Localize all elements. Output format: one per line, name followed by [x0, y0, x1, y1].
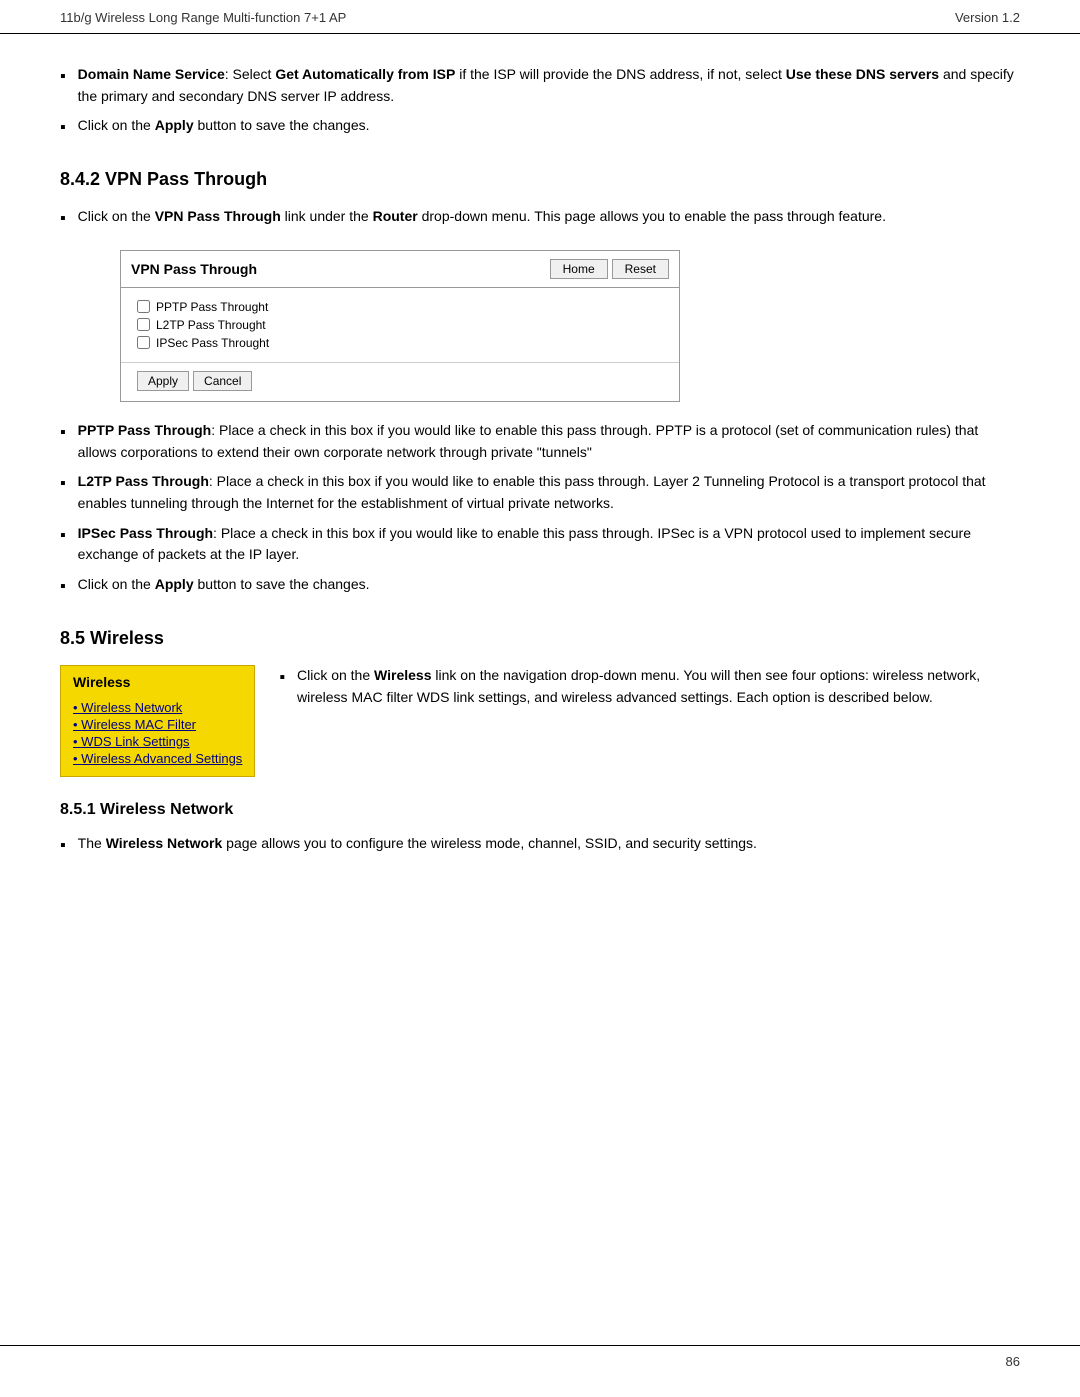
dns-bullet-1: Domain Name Service: Select Get Automati…: [78, 64, 1020, 107]
main-content: Domain Name Service: Select Get Automati…: [0, 64, 1080, 937]
l2tp-checkbox[interactable]: [137, 318, 150, 331]
ipsec-label: IPSec Pass Throught: [156, 336, 269, 350]
page-wrapper: 11b/g Wireless Long Range Multi-function…: [0, 0, 1080, 1397]
ipsec-bold: IPSec Pass Through: [78, 525, 213, 541]
dns-bold-1: Domain Name Service: [78, 66, 225, 82]
wireless-network-bold: Wireless Network: [106, 835, 223, 851]
vpn-box-footer: Apply Cancel: [121, 362, 679, 401]
section-851-heading: 8.5.1 Wireless Network: [60, 801, 1020, 819]
vpn-passthrough-box: VPN Pass Through Home Reset PPTP Pass Th…: [120, 250, 680, 402]
vpn-home-button[interactable]: Home: [550, 259, 608, 279]
wireless-menu-box: Wireless Wireless Network Wireless MAC F…: [60, 665, 255, 777]
vpn-intro-bullets: Click on the VPN Pass Through link under…: [60, 206, 1020, 232]
vpn-reset-button[interactable]: Reset: [612, 259, 669, 279]
wireless-desc-text: Click on the Wireless link on the naviga…: [297, 665, 1020, 708]
pptp-bold: PPTP Pass Through: [78, 422, 212, 438]
pptp-checkbox[interactable]: [137, 300, 150, 313]
dns-bullet-2: Click on the Apply button to save the ch…: [78, 115, 1020, 137]
wireless-network-desc: The Wireless Network page allows you to …: [78, 833, 1020, 855]
wireless-desc-bullets: Click on the Wireless link on the naviga…: [279, 665, 1020, 716]
dns-bold-2: Get Automatically from ISP: [275, 66, 455, 82]
page-footer: 86: [0, 1345, 1080, 1377]
l2tp-checkbox-row: L2TP Pass Throught: [137, 318, 663, 332]
ipsec-checkbox[interactable]: [137, 336, 150, 349]
vpn-apply-button[interactable]: Apply: [137, 371, 189, 391]
ipsec-checkbox-row: IPSec Pass Throught: [137, 336, 663, 350]
l2tp-bold: L2TP Pass Through: [78, 473, 209, 489]
page-header: 11b/g Wireless Long Range Multi-function…: [0, 0, 1080, 34]
dns-bullets: Domain Name Service: Select Get Automati…: [60, 64, 1020, 141]
wds-link-settings-link[interactable]: WDS Link Settings: [73, 734, 242, 749]
dns-bold-3: Use these DNS servers: [786, 66, 939, 82]
wireless-advanced-settings-link[interactable]: Wireless Advanced Settings: [73, 751, 242, 766]
list-item: Click on the VPN Pass Through link under…: [60, 206, 1020, 232]
wireless-menu-items: Wireless Network Wireless MAC Filter WDS…: [61, 696, 254, 766]
list-item: L2TP Pass Through: Place a check in this…: [60, 471, 1020, 514]
list-item: PPTP Pass Through: Place a check in this…: [60, 420, 1020, 463]
list-item: Domain Name Service: Select Get Automati…: [60, 64, 1020, 107]
vpn-box-header: VPN Pass Through Home Reset: [121, 251, 679, 288]
vpn-apply-bold2: Apply: [155, 576, 194, 592]
list-item: Click on the Apply button to save the ch…: [60, 574, 1020, 600]
l2tp-desc: L2TP Pass Through: Place a check in this…: [78, 471, 1020, 514]
vpn-bullets: PPTP Pass Through: Place a check in this…: [60, 420, 1020, 600]
vpn-bold-link: VPN Pass Through: [155, 208, 281, 224]
pptp-label: PPTP Pass Throught: [156, 300, 268, 314]
vpn-cancel-button[interactable]: Cancel: [193, 371, 252, 391]
wireless-menu-title: Wireless: [61, 666, 254, 696]
section-842-heading: 8.4.2 VPN Pass Through: [60, 169, 1020, 190]
pptp-desc: PPTP Pass Through: Place a check in this…: [78, 420, 1020, 463]
l2tp-label: L2TP Pass Throught: [156, 318, 266, 332]
list-item: Click on the Wireless link on the naviga…: [279, 665, 1020, 708]
vpn-apply-note: Click on the Apply button to save the ch…: [78, 574, 1020, 596]
section-85-heading: 8.5 Wireless: [60, 628, 1020, 649]
ipsec-desc: IPSec Pass Through: Place a check in thi…: [78, 523, 1020, 566]
wireless-network-link[interactable]: Wireless Network: [73, 700, 242, 715]
header-version: Version 1.2: [955, 10, 1020, 25]
pptp-checkbox-row: PPTP Pass Throught: [137, 300, 663, 314]
wireless-mac-filter-link[interactable]: Wireless MAC Filter: [73, 717, 242, 732]
list-item: Click on the Apply button to save the ch…: [60, 115, 1020, 141]
vpn-bold-router: Router: [373, 208, 418, 224]
dns-apply-bold: Apply: [155, 117, 194, 133]
list-item: The Wireless Network page allows you to …: [60, 833, 1020, 859]
vpn-box-buttons: Home Reset: [550, 259, 669, 279]
vpn-box-body: PPTP Pass Throught L2TP Pass Throught IP…: [121, 288, 679, 362]
page-number: 86: [1006, 1354, 1020, 1369]
header-title: 11b/g Wireless Long Range Multi-function…: [60, 10, 346, 25]
list-item: IPSec Pass Through: Place a check in thi…: [60, 523, 1020, 566]
vpn-intro-text: Click on the VPN Pass Through link under…: [78, 206, 1020, 228]
wireless-bold: Wireless: [374, 667, 431, 683]
vpn-box-title: VPN Pass Through: [131, 261, 257, 277]
wireless-section: Wireless Wireless Network Wireless MAC F…: [60, 665, 1020, 777]
wireless-network-bullets: The Wireless Network page allows you to …: [60, 833, 1020, 859]
